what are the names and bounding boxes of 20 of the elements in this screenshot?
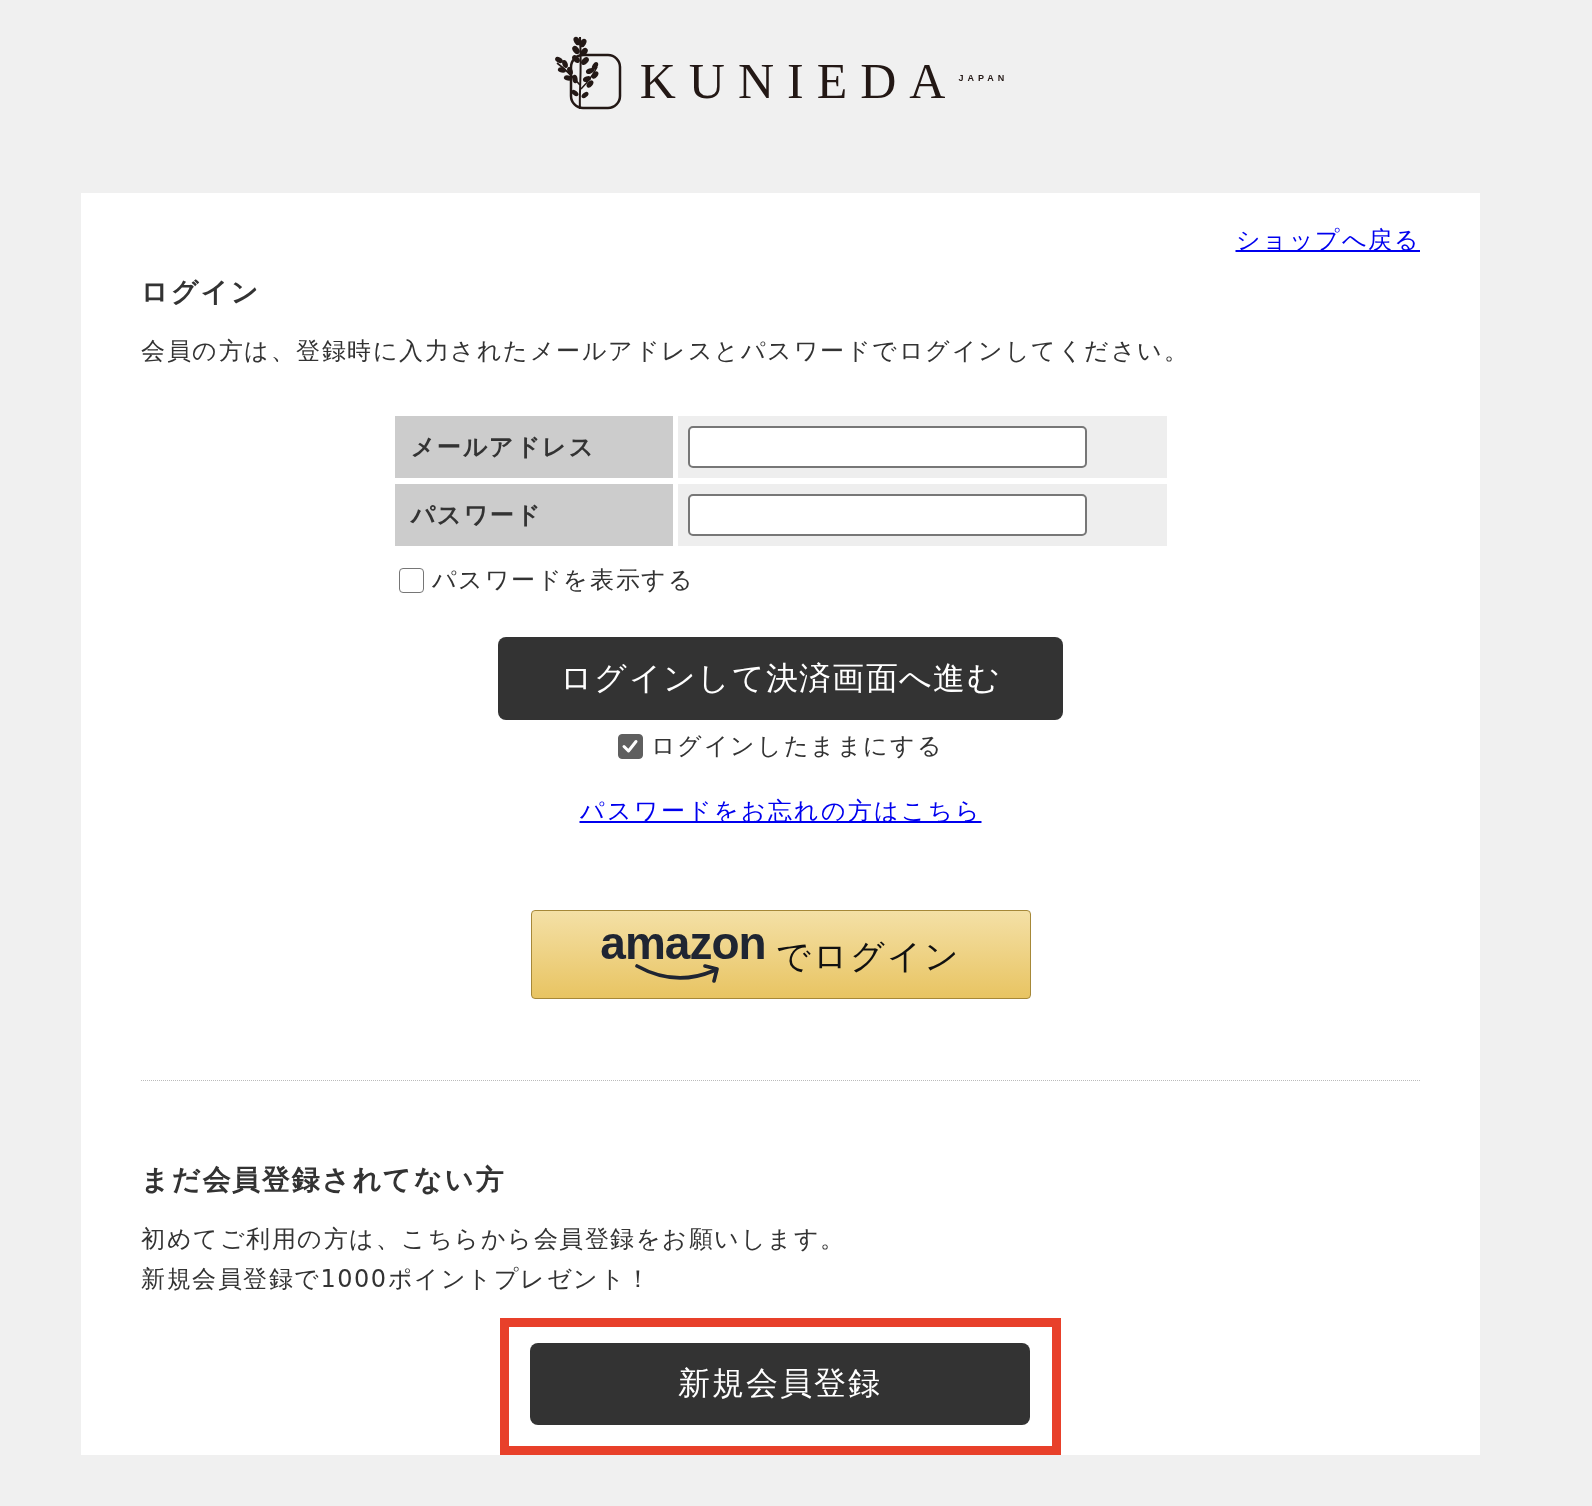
login-button[interactable]: ログインして決済画面へ進む [498, 637, 1063, 720]
back-to-shop-link[interactable]: ショップへ戻る [1235, 222, 1420, 258]
checkbox[interactable] [398, 567, 424, 593]
brand-tagline: JAPAN [958, 72, 1009, 83]
input-field[interactable] [687, 494, 1087, 536]
field-label: パスワード [394, 484, 673, 546]
amazon-login-button[interactable]: amazon でログイン [530, 910, 1031, 999]
field-label: メールアドレス [394, 416, 673, 478]
register-button[interactable]: 新規会員登録 [530, 1343, 1030, 1425]
checkbox-label: パスワードを表示する [431, 565, 695, 595]
section-title: ログイン [141, 275, 262, 309]
checkbox-label: ログインしたままにする [650, 731, 944, 761]
section-description: 会員の方は、登録時に入力されたメールアドレスとパスワードでログインしてください。 [141, 336, 1190, 367]
section-text: 初めてご利用の方は、こちらから会員登録をお願いします。 [141, 1224, 847, 1255]
section-title: まだ会員登録されてない方 [141, 1162, 507, 1198]
brand-name: KUNIEDA [639, 56, 959, 106]
checkbox[interactable] [617, 733, 643, 759]
forgot-password-link[interactable]: パスワードをお忘れの方はこちら [579, 797, 982, 825]
section-text: 新規会員登録で1000ポイントプレゼント！ [141, 1264, 653, 1295]
input-field[interactable] [687, 426, 1087, 468]
